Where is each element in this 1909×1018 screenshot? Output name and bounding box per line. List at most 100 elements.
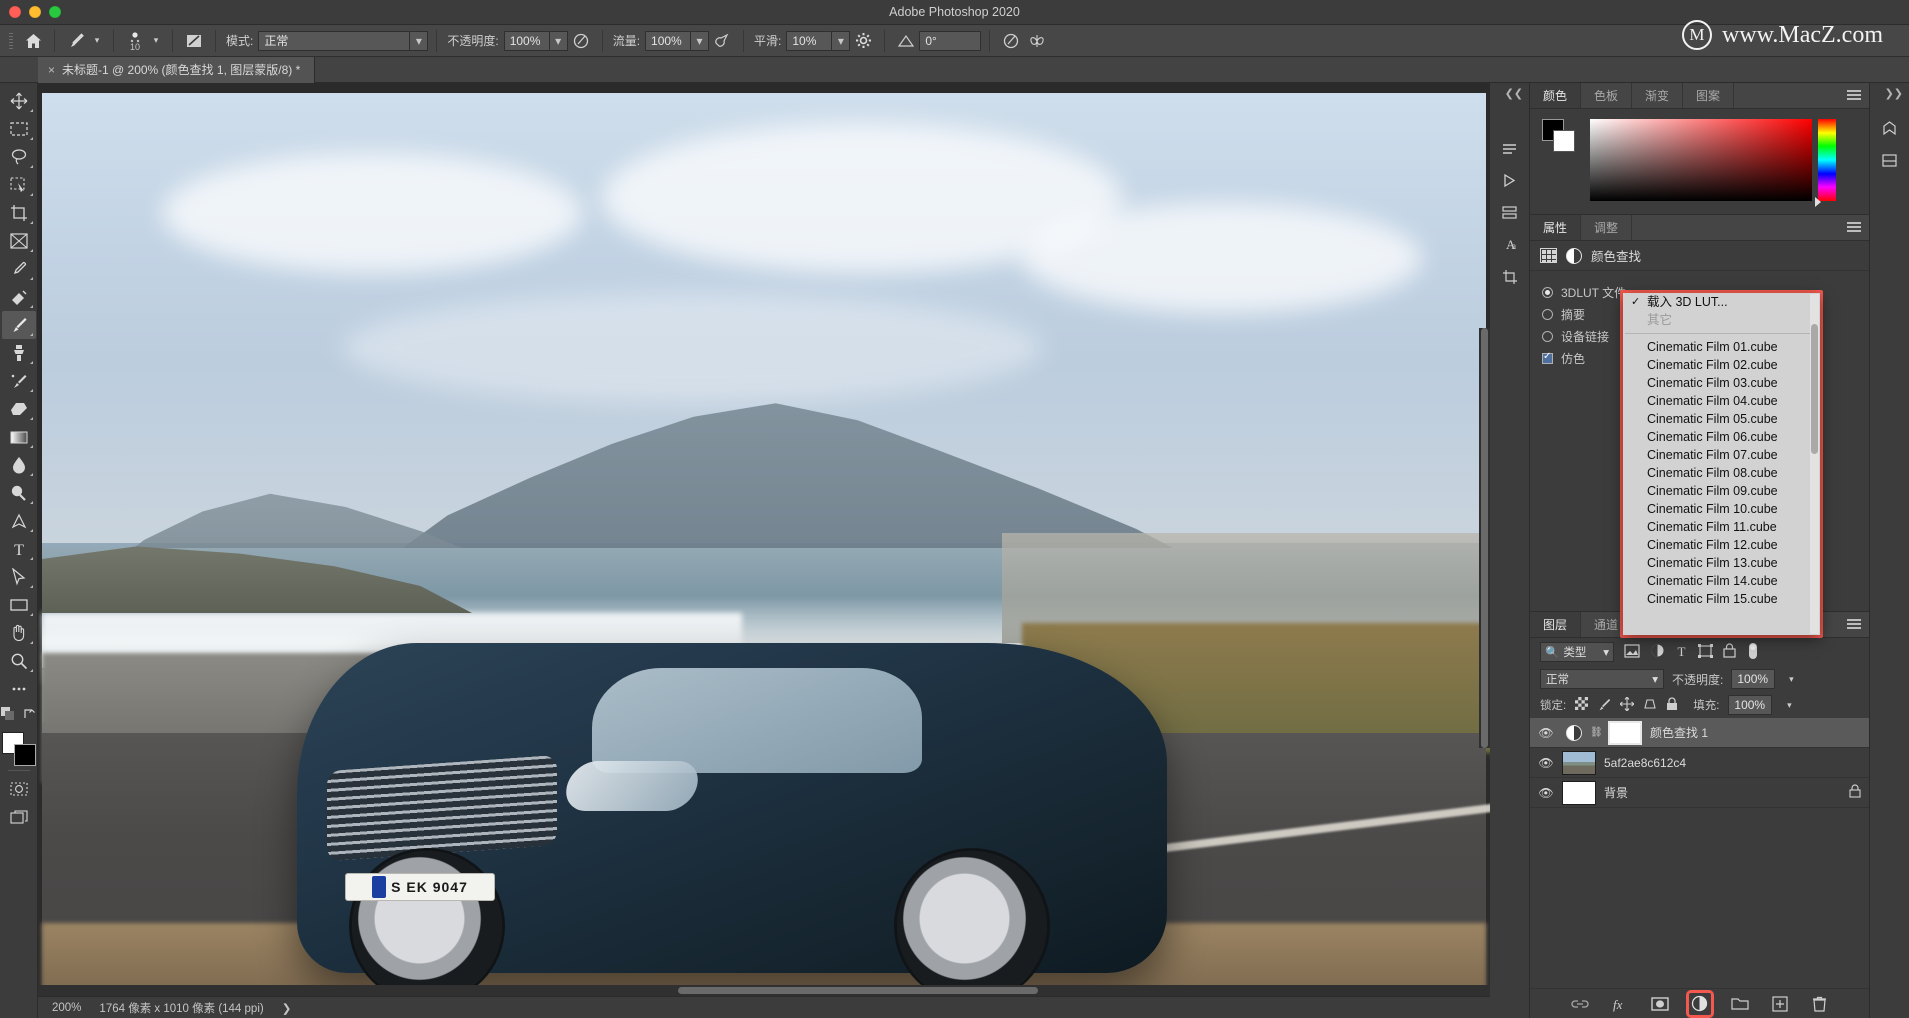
tool-blur[interactable] xyxy=(2,451,36,479)
list-item[interactable]: Cinematic Film 07.cube xyxy=(1623,446,1820,464)
new-adjustment-layer-button[interactable] xyxy=(1685,989,1714,1018)
list-item[interactable]: Cinematic Film 05.cube xyxy=(1623,410,1820,428)
brush-preset-chevron-down-icon[interactable]: ▾ xyxy=(89,31,105,51)
table-row[interactable]: 👁 ⛓ 颜色查找 1 xyxy=(1530,718,1869,748)
tab-patterns[interactable]: 图案 xyxy=(1683,83,1735,108)
layer-name[interactable]: 5af2ae8c612c4 xyxy=(1604,756,1686,770)
menu-item-load-3d-lut[interactable]: ✓ 载入 3D LUT... xyxy=(1623,293,1820,311)
adjustment-layer-thumbnail[interactable] xyxy=(1566,724,1582,741)
default-colors-icon[interactable] xyxy=(0,707,15,724)
tool-move[interactable] xyxy=(2,87,36,115)
color-swatches[interactable] xyxy=(1,732,36,766)
list-item[interactable]: Cinematic Film 10.cube xyxy=(1623,500,1820,518)
list-item[interactable]: Cinematic Film 01.cube xyxy=(1623,338,1820,356)
panel-menu-icon[interactable] xyxy=(1847,222,1861,234)
tool-dodge[interactable] xyxy=(2,479,36,507)
expand-panels-icon[interactable]: ❯❯ xyxy=(1885,87,1903,100)
list-item[interactable]: Cinematic Film 02.cube xyxy=(1623,356,1820,374)
list-item[interactable]: Cinematic Film 04.cube xyxy=(1623,392,1820,410)
blend-mode-select[interactable]: 正常 xyxy=(258,30,411,51)
tool-pen[interactable] xyxy=(2,507,36,535)
layer-fill-chevron-down-icon[interactable]: ▾ xyxy=(1781,695,1797,715)
layer-name[interactable]: 背景 xyxy=(1604,784,1628,801)
layer-visibility-toggle[interactable]: 👁 xyxy=(1538,786,1554,800)
panel-menu-icon[interactable] xyxy=(1847,619,1861,631)
color-field[interactable] xyxy=(1590,119,1812,201)
layer-comps-icon[interactable] xyxy=(1494,197,1526,227)
tool-crop[interactable] xyxy=(2,199,36,227)
canvas-horizontal-scrollbar[interactable] xyxy=(38,985,1490,996)
smart-object-filter-icon[interactable] xyxy=(1723,643,1736,661)
tool-spot-healing-brush[interactable] xyxy=(2,283,36,311)
gear-icon[interactable] xyxy=(850,29,876,53)
layer-mask-link-icon[interactable]: ⛓ xyxy=(1590,727,1603,738)
radio-device-link-icon[interactable] xyxy=(1542,330,1553,342)
zoom-level[interactable]: 200% xyxy=(52,1002,81,1014)
layer-style-button[interactable]: fx xyxy=(1609,993,1631,1015)
link-layers-button[interactable] xyxy=(1569,993,1591,1015)
layer-blend-mode-select[interactable]: 正常 ▾ xyxy=(1540,669,1664,689)
opacity-input[interactable]: 100% xyxy=(503,30,550,51)
character-icon[interactable]: Aa xyxy=(1494,229,1526,259)
layer-fill-input[interactable]: 100% xyxy=(1728,695,1773,715)
crop-panel-icon[interactable] xyxy=(1494,261,1526,291)
checkbox-dither-icon[interactable] xyxy=(1542,351,1553,364)
canvas-vertical-scrollbar[interactable] xyxy=(1479,328,1490,748)
layer-thumbnail[interactable] xyxy=(1562,750,1596,775)
history-icon[interactable] xyxy=(1494,133,1526,163)
new-group-button[interactable] xyxy=(1729,993,1751,1015)
layer-opacity-input[interactable]: 100% xyxy=(1731,669,1776,689)
tab-properties[interactable]: 属性 xyxy=(1530,215,1582,240)
tab-swatches[interactable]: 色板 xyxy=(1581,83,1633,108)
opacity-chevron-down-icon[interactable]: ▾ xyxy=(549,30,568,51)
lock-transparent-icon[interactable] xyxy=(1575,697,1589,713)
pressure-opacity-icon[interactable] xyxy=(568,29,594,53)
layer-opacity-chevron-down-icon[interactable]: ▾ xyxy=(1783,669,1799,689)
smoothing-input[interactable]: 10% xyxy=(786,30,833,51)
adjustments-icon[interactable] xyxy=(1874,145,1906,175)
lock-image-icon[interactable] xyxy=(1597,697,1611,714)
actions-icon[interactable] xyxy=(1494,165,1526,195)
tool-hand[interactable] xyxy=(2,619,36,647)
radio-3dlut-file-icon[interactable] xyxy=(1542,286,1553,298)
list-item[interactable]: Cinematic Film 09.cube xyxy=(1623,482,1820,500)
close-icon[interactable]: × xyxy=(48,57,55,83)
lock-all-icon[interactable] xyxy=(1666,696,1678,714)
tool-edit-toolbar[interactable] xyxy=(2,675,36,703)
tool-zoom[interactable] xyxy=(2,647,36,675)
flow-input[interactable]: 100% xyxy=(645,30,692,51)
tool-clone-stamp[interactable] xyxy=(2,339,36,367)
panel-menu-icon[interactable] xyxy=(1847,90,1861,102)
list-item[interactable]: Cinematic Film 03.cube xyxy=(1623,374,1820,392)
tab-gradients[interactable]: 渐变 xyxy=(1632,83,1684,108)
tool-history-brush[interactable] xyxy=(2,367,36,395)
delete-layer-button[interactable] xyxy=(1809,993,1831,1015)
list-item[interactable]: Cinematic Film 15.cube xyxy=(1623,590,1820,608)
list-item[interactable]: Cinematic Film 06.cube xyxy=(1623,428,1820,446)
add-layer-mask-button[interactable] xyxy=(1649,993,1671,1015)
collapse-panels-icon[interactable]: ❮❮ xyxy=(1505,87,1523,100)
layer-visibility-toggle[interactable]: 👁 xyxy=(1538,756,1554,770)
dropdown-scrollbar[interactable] xyxy=(1810,294,1819,634)
tool-rectangle[interactable] xyxy=(2,591,36,619)
blend-mode-chevron-down-icon[interactable]: ▾ xyxy=(410,30,429,51)
tab-layers[interactable]: 图层 xyxy=(1530,612,1582,637)
pressure-size-icon[interactable] xyxy=(998,29,1024,53)
filter-toggle-icon[interactable] xyxy=(1746,642,1760,663)
options-bar-grip[interactable] xyxy=(6,28,18,54)
brush-icon[interactable] xyxy=(63,29,89,53)
home-icon[interactable] xyxy=(20,29,46,53)
new-layer-button[interactable] xyxy=(1769,993,1791,1015)
color-panel-swatches[interactable] xyxy=(1542,119,1576,153)
chevron-right-icon[interactable]: ❯ xyxy=(282,1001,292,1015)
tool-type[interactable]: T xyxy=(2,535,36,563)
list-item[interactable]: Cinematic Film 14.cube xyxy=(1623,572,1820,590)
list-item[interactable]: Cinematic Film 08.cube xyxy=(1623,464,1820,482)
color-picker-body[interactable] xyxy=(1530,109,1869,214)
tab-adjustments[interactable]: 调整 xyxy=(1581,215,1633,240)
chevron-down-icon[interactable]: ▾ xyxy=(1652,672,1658,686)
quick-mask-icon[interactable] xyxy=(2,775,36,803)
document-tab[interactable]: × 未标题-1 @ 200% (颜色查找 1, 图层蒙版/8) * xyxy=(38,57,316,83)
symmetry-icon[interactable] xyxy=(1024,29,1050,53)
chevron-down-icon[interactable]: ▾ xyxy=(1603,645,1609,659)
